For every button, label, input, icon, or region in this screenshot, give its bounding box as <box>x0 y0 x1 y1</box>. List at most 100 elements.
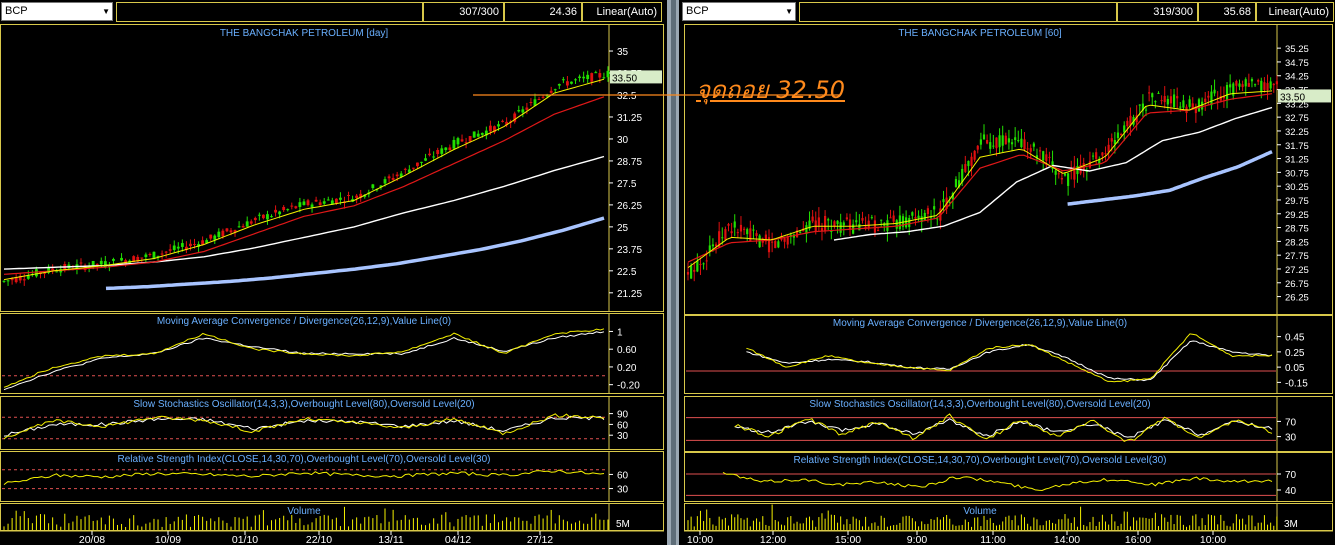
right-candle-body <box>954 179 958 187</box>
left-candle-body <box>2 280 6 282</box>
right-candle-body <box>1126 120 1129 127</box>
right-candle-body <box>979 139 982 145</box>
right-y-tick-label: 32.75 <box>1285 113 1309 124</box>
right-y-tick-label: 31.75 <box>1285 141 1309 152</box>
right-candle-body <box>908 218 911 228</box>
left-candle-body <box>476 133 480 137</box>
left-candle-body <box>501 120 504 122</box>
left-y-tick-label: 27.5 <box>617 179 637 190</box>
right-candle-body <box>777 241 780 248</box>
left-indicator-tick-label: 30 <box>617 485 629 496</box>
left-candle-body <box>172 245 176 250</box>
right-indicator-line <box>734 413 1273 443</box>
right-candle-body <box>1247 83 1250 87</box>
left-candle-body <box>95 263 99 266</box>
right-candle-body <box>1048 156 1051 158</box>
left-candle-body <box>274 209 277 213</box>
right-candle-body <box>858 224 861 231</box>
right-candle-body <box>1169 96 1173 104</box>
right-x-tick-label: 12:00 <box>760 534 786 545</box>
right-candle-body <box>1007 138 1011 143</box>
left-candle-body <box>590 73 594 82</box>
left-candle-body <box>322 201 326 204</box>
left-candle-body <box>334 198 338 204</box>
right-candle-body <box>836 220 839 225</box>
left-candle-body <box>602 77 606 79</box>
right-candle-body <box>786 236 789 245</box>
left-candle-body <box>112 259 115 261</box>
left-candle-body <box>424 158 427 161</box>
right-candle-body <box>1157 92 1160 94</box>
left-candle-body <box>383 179 387 184</box>
left-candle-body <box>294 206 298 209</box>
left-candle-body <box>120 257 123 261</box>
left-candle-body <box>416 162 419 167</box>
left-y-tick-label: 22.5 <box>617 267 637 278</box>
right-candle-body <box>755 233 758 236</box>
left-candle-body <box>213 235 217 240</box>
right-candle-body <box>1269 81 1272 89</box>
right-indicator-tick-label: 40 <box>1285 486 1297 497</box>
left-candle-body <box>266 214 269 220</box>
right-candle-body <box>973 150 976 160</box>
left-candle-body <box>282 206 286 211</box>
left-x-tick-label: 10/09 <box>155 534 181 545</box>
left-y-tick-label: 31.25 <box>617 113 642 124</box>
right-volume-title: Volume <box>963 506 997 517</box>
left-candle-body <box>497 124 500 127</box>
left-candle-body <box>598 73 602 78</box>
left-candle-body <box>217 231 221 237</box>
right-candle-body <box>1176 96 1179 99</box>
left-candle-body <box>565 81 569 86</box>
left-indicator-line <box>3 328 605 388</box>
right-candle-body <box>1014 137 1017 140</box>
left-indicator-tick-label: 60 <box>617 470 629 481</box>
right-candle-body <box>1213 89 1216 94</box>
left-candle-body <box>525 107 529 110</box>
right-candle-body <box>967 160 970 167</box>
right-candle-body <box>811 216 814 222</box>
stock-chart-workspace: BCP ▼ 307/300 24.36 Linear(Auto) BCP ▼ 3… <box>0 0 1335 545</box>
right-candle-body <box>1266 83 1269 91</box>
left-candle-body <box>570 81 573 84</box>
right-y-tick-label: 30.75 <box>1285 168 1309 179</box>
right-candle-body <box>880 219 883 221</box>
right-candle-body <box>976 145 979 150</box>
left-candle-body <box>582 76 586 79</box>
left-candle-body <box>79 262 83 264</box>
pullback-annotation: จุดถอย 32.50 <box>696 76 845 104</box>
left-candle-body <box>257 214 261 216</box>
right-candle-body <box>970 156 973 166</box>
right-candle-body <box>886 220 889 231</box>
left-indicator-tick-label: 1 <box>617 327 623 338</box>
right-candle-body <box>1160 100 1163 102</box>
left-ma-mid-line <box>3 96 605 275</box>
right-x-tick-label: 14:00 <box>1054 534 1080 545</box>
right-indicator-tick-label: 70 <box>1285 417 1297 428</box>
right-candle-body <box>742 228 746 230</box>
left-candle-body <box>339 197 342 200</box>
right-candle-body <box>1116 132 1120 139</box>
right-x-tick-label: 10:00 <box>687 534 713 545</box>
left-indicator-line <box>3 469 605 485</box>
left-candle-body <box>326 199 330 201</box>
right-candle-body <box>721 237 724 239</box>
right-y-tick-label: 30.25 <box>1285 182 1309 193</box>
right-candle-body <box>1026 148 1029 150</box>
right-candle-body <box>690 265 693 279</box>
right-candle-body <box>905 217 908 228</box>
right-candle-body <box>1207 95 1210 98</box>
right-candle-body <box>1029 148 1032 152</box>
right-candle-body <box>867 220 870 228</box>
right-candle-body <box>749 228 752 242</box>
right-candle-body <box>842 222 845 226</box>
right-candle-body <box>917 215 920 219</box>
left-candle-body <box>318 202 322 206</box>
right-indicator-tick-label: 70 <box>1285 470 1297 481</box>
right-candle-body <box>711 244 715 247</box>
right-indicator-title: Slow Stochastics Oscillator(14,3,3),Over… <box>809 399 1150 410</box>
right-candle-body <box>992 145 995 147</box>
left-candle-body <box>432 156 436 158</box>
right-x-tick-label: 9:00 <box>907 534 928 545</box>
charts-canvas: THE BANGCHAK PETROLEUM [day]3533.7532.53… <box>0 24 1333 545</box>
